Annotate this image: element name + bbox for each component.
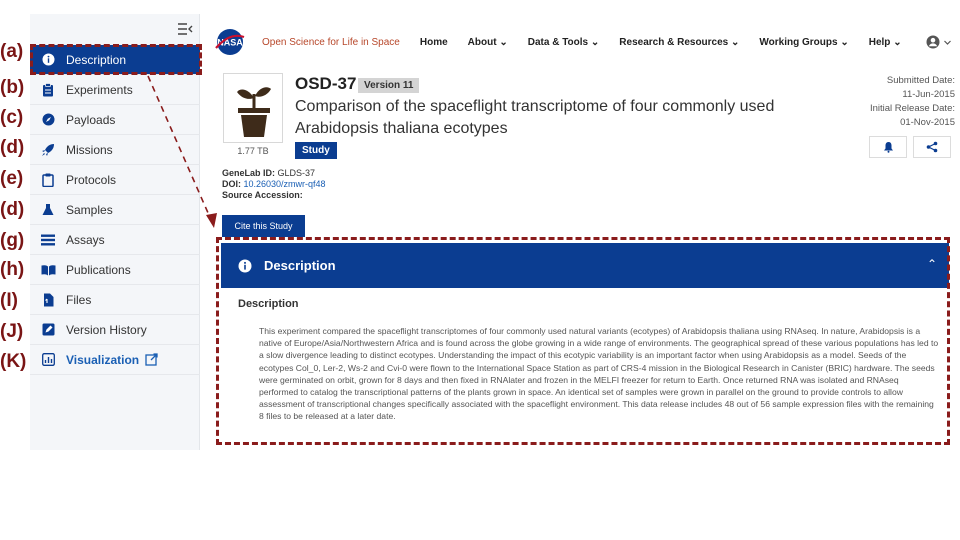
annotation-arrow	[147, 75, 217, 228]
